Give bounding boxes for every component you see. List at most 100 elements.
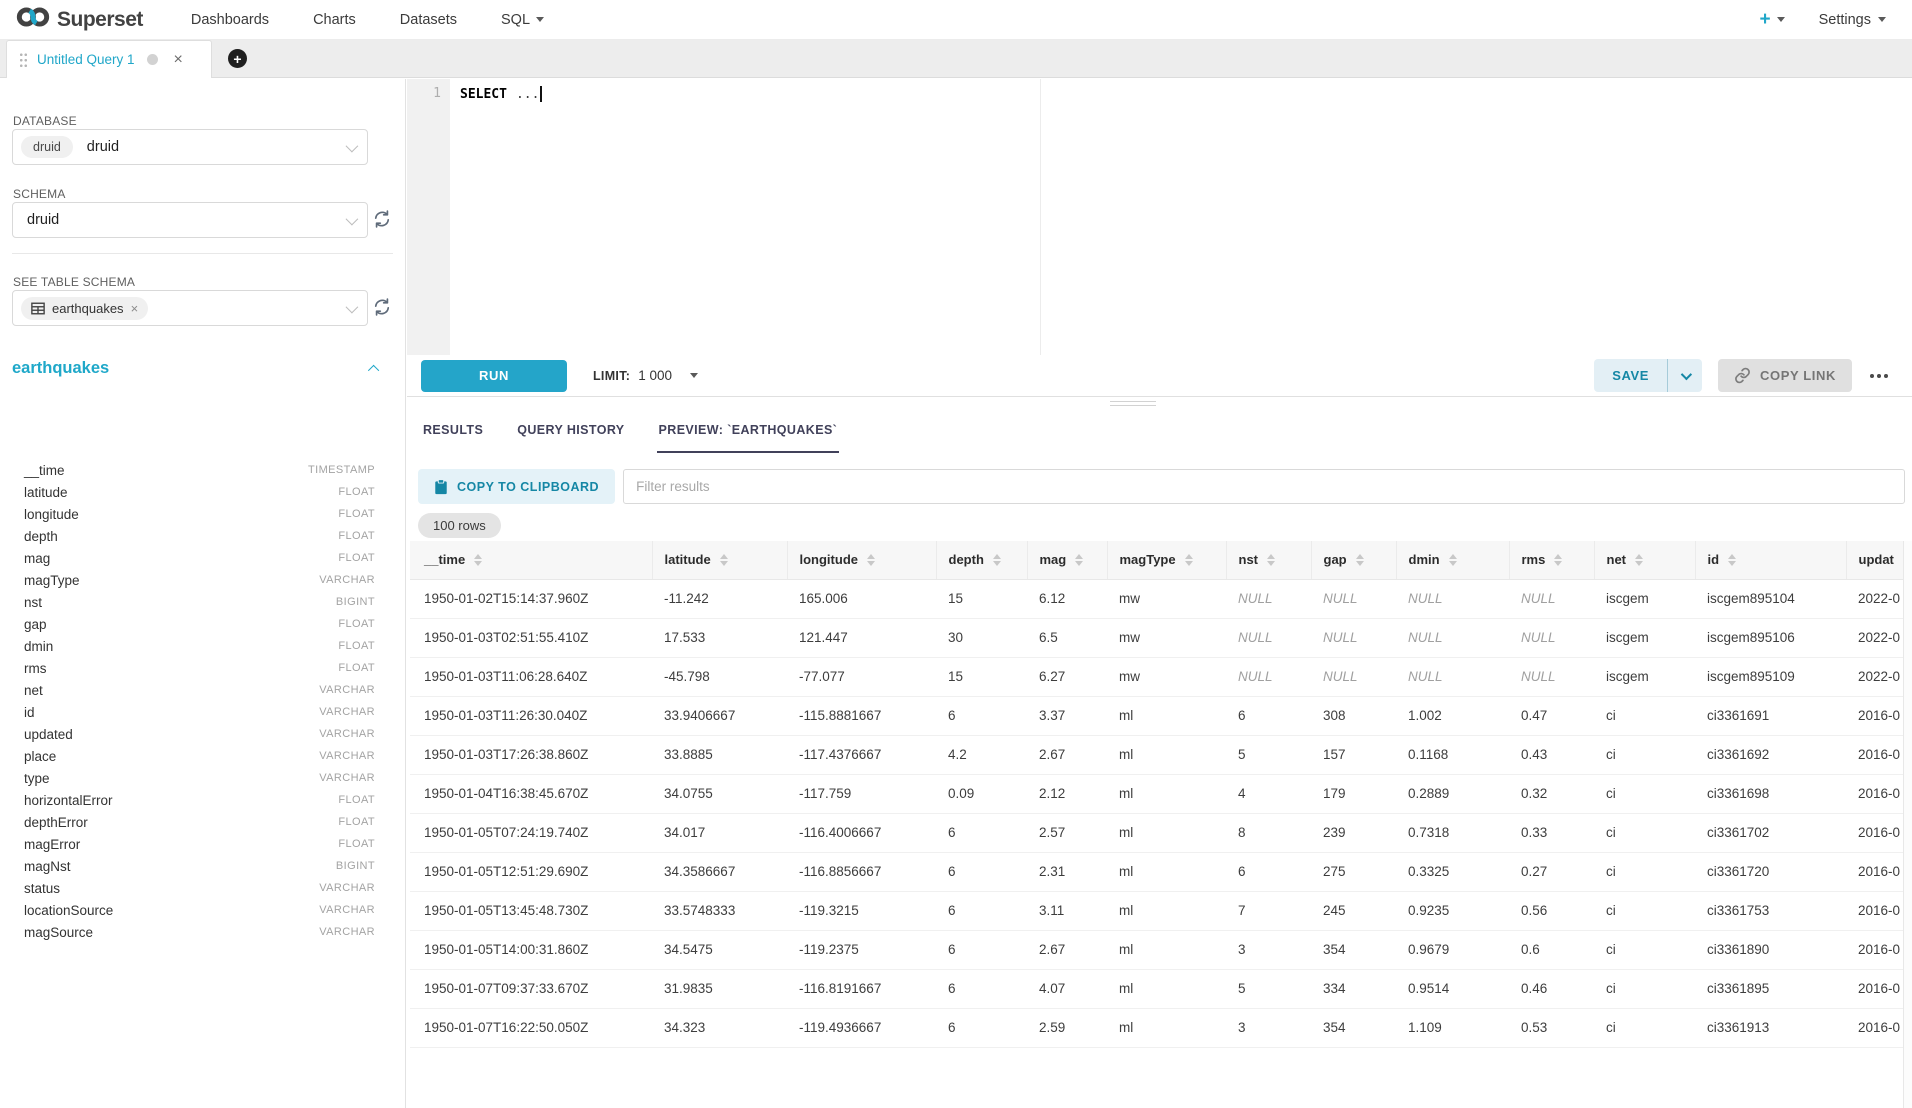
column-header-net[interactable]: net bbox=[1594, 541, 1695, 579]
table-cell: iscgem bbox=[1594, 657, 1695, 696]
table-schema-label: SEE TABLE SCHEMA bbox=[13, 275, 135, 289]
column-type: VARCHAR bbox=[319, 772, 375, 784]
close-tab-icon[interactable]: × bbox=[174, 52, 183, 68]
column-header-id[interactable]: id bbox=[1695, 541, 1846, 579]
table-cell: mw bbox=[1107, 618, 1226, 657]
table-select[interactable]: earthquakes × bbox=[12, 290, 368, 326]
column-header-depth[interactable]: depth bbox=[936, 541, 1027, 579]
column-header-nst[interactable]: nst bbox=[1226, 541, 1311, 579]
table-row: 1950-01-05T14:00:31.860Z34.5475-119.2375… bbox=[410, 930, 1912, 969]
column-header-latitude[interactable]: latitude bbox=[652, 541, 787, 579]
save-options-button[interactable] bbox=[1668, 372, 1702, 380]
table-cell: ml bbox=[1107, 813, 1226, 852]
editor-toolbar: RUN LIMIT: 1 000 SAVE COP bbox=[407, 355, 1912, 397]
chevron-down-icon bbox=[690, 373, 698, 378]
table-cell: ci bbox=[1594, 813, 1695, 852]
table-cell: 15 bbox=[936, 579, 1027, 618]
more-options-icon[interactable] bbox=[1868, 370, 1890, 382]
column-header-label: rms bbox=[1522, 552, 1546, 567]
nav-item-sql[interactable]: SQL bbox=[479, 12, 566, 28]
column-header-time[interactable]: __time bbox=[410, 541, 652, 579]
add-tab-button[interactable]: + bbox=[228, 49, 247, 68]
results-table-container: __time latitudelongitudedepthmagmagTypens… bbox=[410, 541, 1912, 1108]
schema-column-row: gap FLOAT bbox=[24, 613, 375, 635]
table-cell: ci3361720 bbox=[1695, 852, 1846, 891]
column-header-label: __time bbox=[424, 552, 465, 567]
table-cell: mw bbox=[1107, 579, 1226, 618]
table-cell: 275 bbox=[1311, 852, 1396, 891]
settings-menu[interactable]: Settings bbox=[1819, 12, 1886, 28]
results-tab-results[interactable]: RESULTS bbox=[421, 413, 485, 453]
table-row: 1950-01-02T15:14:37.960Z-11.242165.00615… bbox=[410, 579, 1912, 618]
query-tab-untitled[interactable]: Untitled Query 1 × bbox=[6, 40, 212, 78]
column-type: FLOAT bbox=[338, 486, 375, 498]
table-row: 1950-01-03T17:26:38.860Z33.8885-117.4376… bbox=[410, 735, 1912, 774]
table-cell: -77.077 bbox=[787, 657, 936, 696]
table-cell: NULL bbox=[1311, 618, 1396, 657]
save-button[interactable]: SAVE bbox=[1594, 368, 1667, 383]
editor-code-line: SELECT ... bbox=[460, 86, 542, 102]
run-button[interactable]: RUN bbox=[421, 360, 567, 392]
nav-item-dashboards[interactable]: Dashboards bbox=[169, 12, 291, 28]
table-cell: 0.6 bbox=[1509, 930, 1594, 969]
results-tab-preview-earthquakes[interactable]: PREVIEW: `EARTHQUAKES` bbox=[657, 413, 840, 453]
schema-column-row: longitudeFLOAT bbox=[24, 503, 375, 525]
query-tab-label: Untitled Query 1 bbox=[37, 52, 135, 67]
column-header-label: id bbox=[1708, 552, 1720, 567]
link-icon bbox=[1734, 367, 1751, 384]
table-cell: 34.5475 bbox=[652, 930, 787, 969]
remove-table-icon[interactable]: × bbox=[131, 301, 139, 316]
column-header-gap[interactable]: gap bbox=[1311, 541, 1396, 579]
database-select[interactable]: druid druid bbox=[12, 129, 368, 165]
column-type: BIGINT bbox=[336, 596, 375, 608]
column-type: FLOAT bbox=[338, 530, 375, 542]
copy-to-clipboard-button[interactable]: COPY TO CLIPBOARD bbox=[418, 469, 615, 504]
superset-logo[interactable]: Superset bbox=[0, 5, 169, 34]
table-cell: 1950-01-04T16:38:45.670Z bbox=[410, 774, 652, 813]
table-cell: 1950-01-03T11:26:30.040Z bbox=[410, 696, 652, 735]
table-cell: 1950-01-03T11:06:28.640Z bbox=[410, 657, 652, 696]
table-cell: iscgem895104 bbox=[1695, 579, 1846, 618]
column-header-longitude[interactable]: longitude bbox=[787, 541, 936, 579]
schema-select[interactable]: druid bbox=[12, 202, 368, 238]
sort-icon bbox=[1267, 554, 1275, 566]
sql-editor[interactable]: 1 SELECT ... bbox=[407, 79, 1912, 355]
table-cell: 6.27 bbox=[1027, 657, 1107, 696]
nav-item-charts[interactable]: Charts bbox=[291, 12, 378, 28]
limit-dropdown[interactable]: LIMIT: 1 000 bbox=[593, 368, 698, 383]
table-cell: ml bbox=[1107, 774, 1226, 813]
table-cell: 34.0755 bbox=[652, 774, 787, 813]
refresh-schemas-button[interactable] bbox=[372, 209, 394, 231]
table-cell: 1950-01-05T12:51:29.690Z bbox=[410, 852, 652, 891]
refresh-tables-button[interactable] bbox=[372, 297, 394, 319]
table-cell: 6 bbox=[936, 891, 1027, 930]
vertical-scrollbar[interactable] bbox=[1903, 541, 1912, 1108]
column-header-rms[interactable]: rms bbox=[1509, 541, 1594, 579]
column-name: gap bbox=[24, 617, 47, 632]
copy-link-button[interactable]: COPY LINK bbox=[1718, 359, 1852, 392]
panel-resize-handle[interactable] bbox=[1110, 401, 1156, 410]
table-schema-collapse-header[interactable]: earthquakes bbox=[12, 359, 379, 378]
table-cell: NULL bbox=[1311, 657, 1396, 696]
table-cell: 6.5 bbox=[1027, 618, 1107, 657]
sql-lab-main: 1 SELECT ... RUN LIMIT: 1 000 SAVE bbox=[407, 79, 1912, 1108]
filter-results-input[interactable] bbox=[623, 469, 1905, 504]
table-cell: ci3361691 bbox=[1695, 696, 1846, 735]
table-columns-list: __timeTIMESTAMPlatitudeFLOATlongitudeFLO… bbox=[24, 459, 375, 943]
nav-item-datasets[interactable]: Datasets bbox=[378, 12, 479, 28]
table-cell: 4 bbox=[1226, 774, 1311, 813]
results-tab-query-history[interactable]: QUERY HISTORY bbox=[515, 413, 626, 453]
table-cell: 6.12 bbox=[1027, 579, 1107, 618]
column-header-magType[interactable]: magType bbox=[1107, 541, 1226, 579]
new-menu-button[interactable]: + bbox=[1759, 10, 1784, 29]
chevron-down-icon bbox=[1681, 368, 1692, 379]
results-controls: COPY TO CLIPBOARD bbox=[418, 469, 1905, 504]
column-header-dmin[interactable]: dmin bbox=[1396, 541, 1509, 579]
column-header-mag[interactable]: mag bbox=[1027, 541, 1107, 579]
table-cell: 1950-01-07T09:37:33.670Z bbox=[410, 969, 652, 1008]
chevron-down-icon bbox=[346, 139, 359, 152]
table-cell: 4.07 bbox=[1027, 969, 1107, 1008]
table-cell: 308 bbox=[1311, 696, 1396, 735]
editor-gutter: 1 bbox=[407, 79, 450, 355]
column-type: FLOAT bbox=[338, 618, 375, 630]
